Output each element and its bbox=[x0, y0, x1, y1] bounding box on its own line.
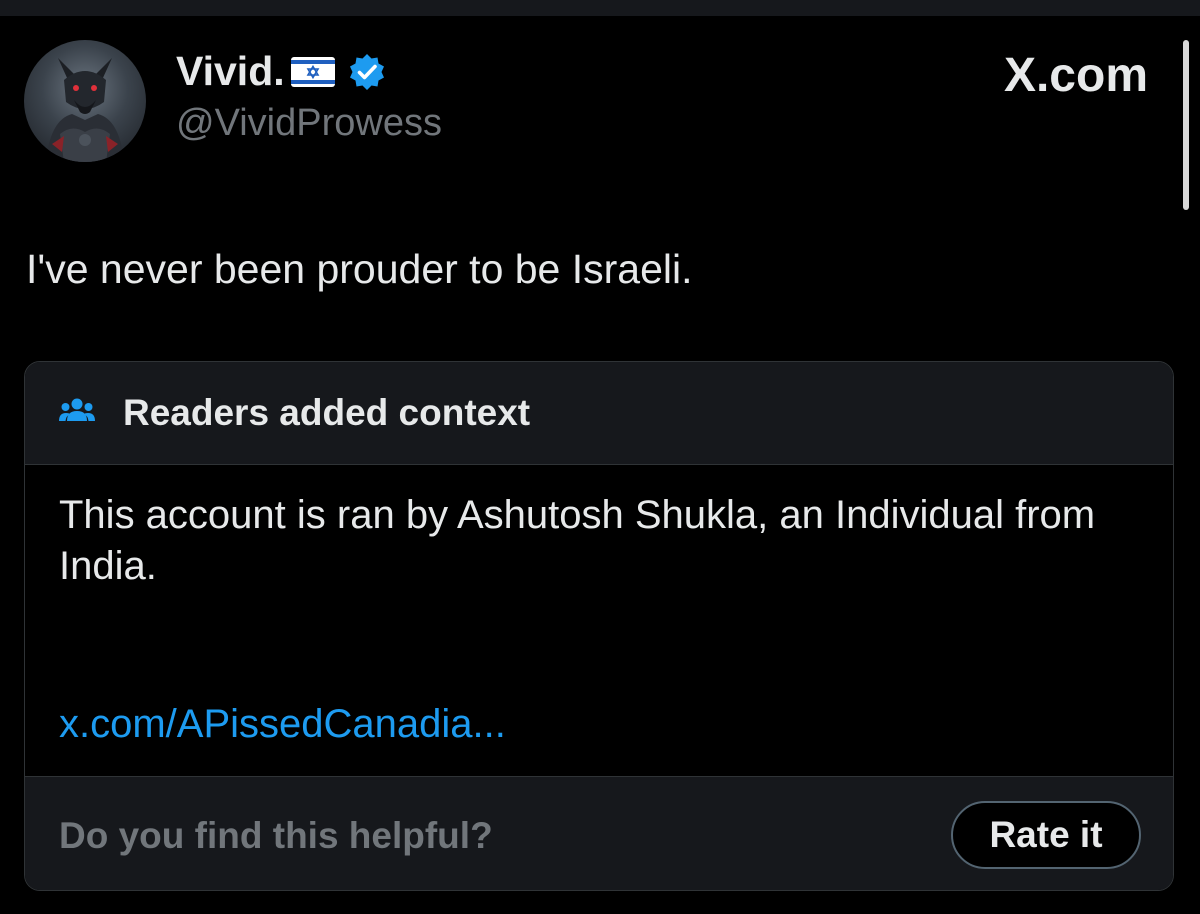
scrollbar[interactable] bbox=[1183, 40, 1189, 210]
people-icon bbox=[59, 398, 95, 421]
rate-it-button[interactable]: Rate it bbox=[951, 801, 1141, 869]
tweet-screenshot: Vivid. @VividProwess X.com I've never be… bbox=[0, 0, 1200, 914]
israel-flag-icon bbox=[290, 56, 335, 87]
brand-watermark: X.com bbox=[1003, 49, 1148, 102]
author-name-row[interactable]: Vivid. bbox=[176, 48, 387, 95]
community-note-footer: Do you find this helpful? Rate it bbox=[25, 776, 1173, 890]
tweet-text: I've never been prouder to be Israeli. bbox=[26, 246, 693, 292]
community-note-body: This account is ran by Ashutosh Shukla, … bbox=[59, 493, 1096, 588]
helpful-question: Do you find this helpful? bbox=[59, 815, 493, 856]
avatar[interactable] bbox=[24, 40, 146, 162]
top-divider bbox=[0, 0, 1200, 16]
wolf-warrior-avatar-icon bbox=[46, 58, 124, 162]
author-name[interactable]: Vivid. bbox=[176, 48, 285, 95]
verified-badge-icon[interactable] bbox=[347, 52, 387, 92]
author-handle[interactable]: @VividProwess bbox=[176, 102, 442, 145]
community-note-card: Readers added context This account is ra… bbox=[24, 361, 1174, 891]
community-note-title: Readers added context bbox=[123, 392, 531, 433]
community-note-header: Readers added context bbox=[25, 362, 1173, 465]
community-note-source-link[interactable]: x.com/APissedCanadia... bbox=[59, 702, 506, 747]
